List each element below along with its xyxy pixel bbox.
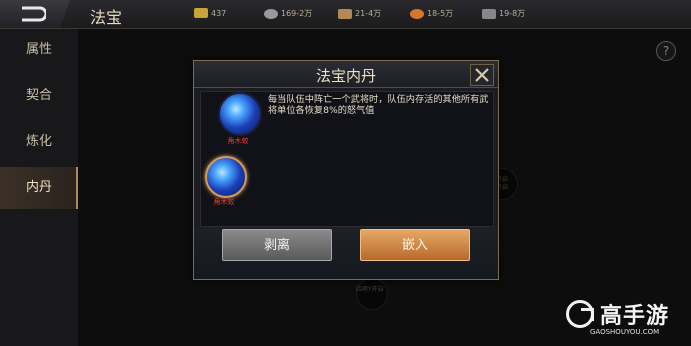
strip-button[interactable]: 剥离 xyxy=(222,229,332,261)
silver-coin-icon xyxy=(264,8,278,19)
watermark-text: 高手游 xyxy=(600,304,670,329)
close-icon xyxy=(475,68,489,82)
sidebar-item-refine[interactable]: 炼化 xyxy=(0,121,78,163)
dialog-header: 法宝内丹 xyxy=(194,61,498,88)
orange-pouch-icon xyxy=(410,8,424,19)
feather-icon xyxy=(482,8,496,19)
back-button[interactable] xyxy=(0,0,70,28)
sidebar-item-fit[interactable]: 契合 xyxy=(0,75,78,117)
resource-silver: 169-2万 xyxy=(264,8,312,19)
back-arrow-icon xyxy=(22,6,46,22)
page-title: 法宝 xyxy=(90,8,123,27)
pill-label-top: 角木蛟 xyxy=(227,137,249,145)
sidebar-item-inner-pill[interactable]: 内丹 xyxy=(0,167,78,209)
sidebar: 属性 契合 炼化 内丹 xyxy=(0,29,78,346)
resource-scroll: 21-4万 xyxy=(338,8,381,19)
resource-feather: 19-8万 xyxy=(482,8,525,19)
resource-gold: 437 xyxy=(194,8,226,18)
close-button[interactable] xyxy=(470,64,494,86)
pill-label-selected: 角木蛟 xyxy=(213,198,235,206)
dialog-title: 法宝内丹 xyxy=(315,67,376,85)
scroll-icon xyxy=(338,8,352,19)
pill-description: 每当队伍中阵亡一个武将时，队伍内存活的其他所有武将单位各恢复8%的怒气值 xyxy=(268,94,489,116)
resource-pouch: 18-5万 xyxy=(410,8,453,19)
watermark-url: GAOSHOUYOU.COM xyxy=(590,328,660,336)
pill-orb-selected[interactable] xyxy=(205,156,247,198)
gold-ingot-icon xyxy=(194,8,208,18)
embed-button[interactable]: 嵌入 xyxy=(360,229,470,261)
top-bar: 法宝 437 169-2万 21-4万 18-5万 19-8万 xyxy=(0,0,691,29)
watermark-logo-icon xyxy=(566,300,594,328)
sidebar-item-attributes[interactable]: 属性 xyxy=(0,29,78,71)
pill-orb-top[interactable] xyxy=(218,92,262,136)
